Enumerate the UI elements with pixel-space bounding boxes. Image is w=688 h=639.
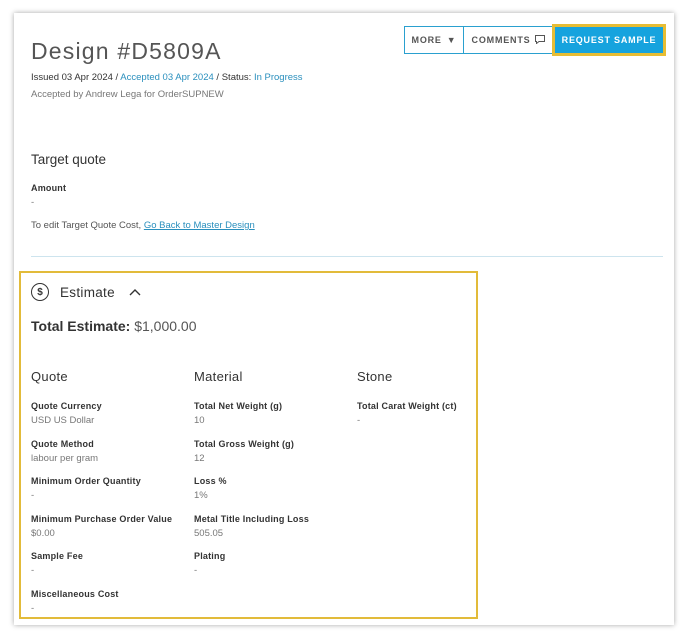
field-label: Minimum Purchase Order Value <box>31 513 173 524</box>
edit-note: To edit Target Quote Cost, Go Back to Ma… <box>31 220 255 231</box>
estimate-panel: $ Estimate Total Estimate: $1,000.00 Quo… <box>19 271 478 619</box>
field-label: Miscellaneous Cost <box>31 588 119 599</box>
field-gross-weight: Total Gross Weight (g) 12 <box>194 439 309 477</box>
field-plating: Plating - <box>194 551 309 589</box>
caret-down-icon: ▼ <box>446 35 457 45</box>
field-value: 1% <box>194 490 208 501</box>
comment-icon <box>535 34 546 46</box>
field-label: Sample Fee <box>31 551 84 561</box>
field-misc-cost: Miscellaneous Cost - <box>31 589 172 627</box>
estimate-header[interactable]: $ Estimate <box>31 283 143 301</box>
field-value: $0.00 <box>31 527 55 539</box>
field-net-weight: Total Net Weight (g) 10 <box>194 401 309 439</box>
dollar-circle-icon: $ <box>31 283 49 301</box>
field-label: Total Net Weight (g) <box>194 401 283 411</box>
field-value: - <box>31 565 35 576</box>
accepted-by-text: Accepted by Andrew Lega for OrderSUPNEW <box>31 89 224 100</box>
column-heading: Quote <box>31 369 68 384</box>
issued-label: Issued <box>31 72 59 83</box>
field-value: - <box>31 490 35 501</box>
stone-column: Stone Total Carat Weight (ct) - <box>357 369 457 439</box>
accepted-text: Accepted 03 Apr 2024 <box>120 72 214 83</box>
more-button[interactable]: MORE ▼ <box>404 26 464 54</box>
comments-button-label: COMMENTS <box>471 35 531 45</box>
request-sample-button[interactable]: REQUEST SAMPLE <box>552 24 666 56</box>
field-label: Total Carat Weight (ct) <box>357 401 457 411</box>
field-value: 10 <box>194 415 205 426</box>
master-design-link[interactable]: Go Back to Master Design <box>144 220 255 231</box>
field-value: 12 <box>194 452 205 464</box>
field-value: 505.05 <box>194 527 224 539</box>
more-button-label: MORE <box>411 35 442 45</box>
amount-field: Amount - <box>31 183 66 208</box>
issued-date: 03 Apr 2024 <box>61 72 113 83</box>
field-label: Plating <box>194 551 226 561</box>
field-label: Loss % <box>194 476 227 486</box>
field-carat-weight: Total Carat Weight (ct) - <box>357 401 457 439</box>
chevron-up-icon[interactable] <box>129 285 143 299</box>
status-badge: In Progress <box>253 72 303 83</box>
field-metal-title: Metal Title Including Loss 505.05 <box>194 514 309 552</box>
total-estimate: Total Estimate: $1,000.00 <box>31 318 197 334</box>
target-quote-title: Target quote <box>31 152 107 167</box>
field-value: labour per gram <box>31 452 99 464</box>
field-value: - <box>194 565 198 576</box>
field-quote-currency: Quote Currency USD US Dollar <box>31 401 172 439</box>
field-sample-fee: Sample Fee - <box>31 551 172 589</box>
field-label: Quote Method <box>31 438 94 449</box>
design-card: Design #D5809A Issued 03 Apr 2024 / Acce… <box>14 13 674 625</box>
field-min-order-quantity: Minimum Order Quantity - <box>31 476 172 514</box>
action-toolbar: MORE ▼ COMMENTS REQUEST SAMPLE <box>404 24 666 56</box>
material-column: Material Total Net Weight (g) 10 Total G… <box>194 369 309 589</box>
quote-column: Quote Quote Currency USD US Dollar Quote… <box>31 369 172 626</box>
column-heading: Material <box>194 369 243 384</box>
field-loss: Loss % 1% <box>194 476 309 514</box>
status-label: Status: <box>221 72 252 83</box>
field-label: Metal Title Including Loss <box>194 513 310 524</box>
edit-note-text: To edit Target Quote Cost, <box>31 220 142 231</box>
separator: / <box>213 72 222 83</box>
field-label: Total Gross Weight (g) <box>194 438 295 449</box>
design-meta: Issued 03 Apr 2024 / Accepted 03 Apr 202… <box>31 72 303 83</box>
amount-value: - <box>31 197 35 208</box>
field-quote-method: Quote Method labour per gram <box>31 439 172 477</box>
field-min-po-value: Minimum Purchase Order Value $0.00 <box>31 514 172 552</box>
field-value: - <box>357 415 361 426</box>
column-heading: Stone <box>357 369 393 384</box>
page-title: Design #D5809A <box>31 38 222 64</box>
field-label: Minimum Order Quantity <box>31 476 141 486</box>
total-estimate-label: Total Estimate: <box>31 318 131 334</box>
estimate-title: Estimate <box>60 284 115 300</box>
section-divider <box>31 256 663 257</box>
total-estimate-value: $1,000.00 <box>134 318 197 334</box>
field-value: - <box>31 602 35 614</box>
amount-label: Amount <box>31 183 67 193</box>
field-value: USD US Dollar <box>31 415 95 426</box>
comments-button[interactable]: COMMENTS <box>464 26 554 54</box>
field-label: Quote Currency <box>31 401 102 411</box>
